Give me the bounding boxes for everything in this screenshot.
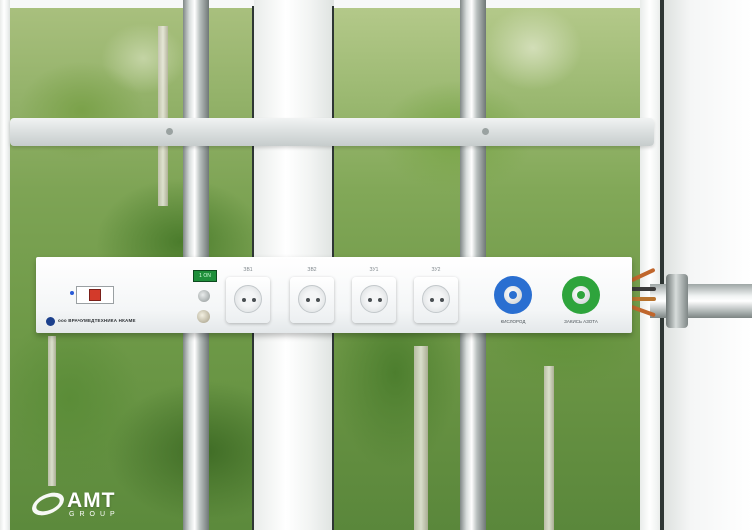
power-socket[interactable]: ЗУ1 (346, 267, 402, 327)
socket-label: ЗУ1 (369, 267, 379, 273)
power-socket[interactable]: ЗУ2 (408, 267, 464, 327)
brand-text: ооо ВРАЧУМЕДТЕХНИКА НКАМЕ (58, 318, 136, 323)
brand-logo-icon (46, 317, 55, 326)
circuit-breaker[interactable] (76, 286, 114, 304)
medical-console-panel: 1 ON ооо ВРАЧУМЕДТЕХНИКА НКАМЕ ЗВ1 ЗВ2 З… (36, 257, 632, 333)
socket-label: ЗВ1 (243, 267, 253, 273)
mount-clamp (666, 274, 688, 328)
logo-subtitle: GROUP (69, 511, 120, 518)
nitrous-oxide-label: ЗАКИСЬ АЗОТА (564, 319, 598, 324)
panel-cables (628, 263, 658, 321)
power-led (70, 291, 74, 295)
wall (664, 0, 752, 530)
fuse-holder (197, 310, 210, 323)
socket-face-icon (234, 285, 262, 313)
company-logo: AMT GROUP (31, 489, 143, 521)
breaker-switch-icon (89, 289, 101, 301)
photo-scene: 1 ON ооо ВРАЧУМЕДТЕХНИКА НКАМЕ ЗВ1 ЗВ2 З… (0, 0, 752, 530)
socket-label: ЗВ2 (307, 267, 317, 273)
logo-name: AMT (67, 489, 116, 512)
toggle-switch[interactable] (198, 290, 210, 302)
socket-face-icon (298, 285, 326, 313)
socket-label: ЗУ2 (431, 267, 441, 273)
horizontal-rail (10, 118, 654, 146)
power-socket[interactable]: ЗВ2 (284, 267, 340, 327)
logo-swoosh-icon (31, 489, 65, 519)
window-frame-left (0, 0, 10, 530)
power-indicator: 1 ON (193, 270, 217, 282)
power-socket[interactable]: ЗВ1 (220, 267, 276, 327)
nitrous-oxide-outlet[interactable] (562, 276, 600, 314)
oxygen-label: КИСЛОРОД (500, 319, 526, 324)
socket-face-icon (422, 285, 450, 313)
socket-face-icon (360, 285, 388, 313)
oxygen-outlet[interactable] (494, 276, 532, 314)
